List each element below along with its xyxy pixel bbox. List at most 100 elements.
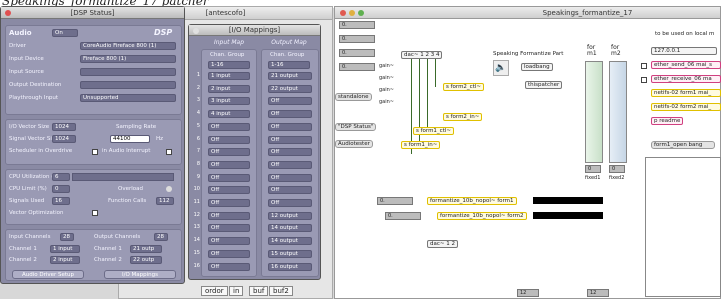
vector-opt-checkbox[interactable]: [92, 210, 98, 216]
sampling-rate-select[interactable]: 44100: [110, 135, 150, 143]
input-map-select[interactable]: 4 input: [208, 110, 250, 119]
output-map-select[interactable]: 14 output: [268, 224, 312, 233]
formantize1-object[interactable]: formantize_10b_nopol~ form1: [427, 197, 517, 205]
input-map-select[interactable]: Off: [208, 249, 250, 258]
playthrough-select[interactable]: Unsupported: [80, 94, 176, 102]
input-map-select[interactable]: Off: [208, 237, 250, 246]
ether-send-toggle[interactable]: [641, 63, 647, 69]
tab-buf[interactable]: buf: [249, 286, 269, 296]
ether-receive-toggle[interactable]: [641, 77, 647, 83]
channel2-in-select[interactable]: 2 input: [50, 256, 80, 264]
audio-onoff-select[interactable]: On: [52, 29, 78, 37]
dsp-status-message[interactable]: "DSP Status": [335, 123, 377, 131]
input-map-select[interactable]: Off: [208, 199, 250, 207]
fader2-slider[interactable]: [609, 61, 627, 163]
input-map-select[interactable]: Off: [208, 211, 250, 220]
gain-object[interactable]: gain~: [379, 75, 394, 81]
input-map-select[interactable]: 1 input: [208, 72, 250, 80]
input-map-select[interactable]: Off: [208, 224, 250, 233]
speaker-icon[interactable]: 🔈: [493, 60, 509, 76]
zoom-dot-icon[interactable]: [358, 10, 364, 16]
channel1-in-select[interactable]: 1 input: [50, 245, 80, 253]
input-map-select[interactable]: 3 input: [208, 97, 250, 106]
input-map-select[interactable]: 2 input: [208, 84, 250, 93]
bottom-number-1[interactable]: 12: [517, 289, 539, 297]
output-map-select[interactable]: Off: [268, 110, 312, 119]
output-map-select[interactable]: Off: [268, 160, 312, 169]
output-map-select[interactable]: Off: [268, 122, 312, 131]
tab-in[interactable]: in: [229, 286, 244, 296]
tab-ordor[interactable]: ordor: [201, 286, 228, 296]
loadbang-object[interactable]: loadbang: [521, 63, 553, 71]
netifs-form1-object[interactable]: netifs-02 form1 mai_: [651, 89, 721, 97]
standalone-message[interactable]: standalone: [335, 93, 372, 101]
bottom-number-2[interactable]: 12: [587, 289, 609, 297]
dac-bottom-object[interactable]: dac~ 1 2: [427, 240, 458, 248]
send-form1-in[interactable]: s form1_in~: [401, 141, 441, 149]
output-map-select[interactable]: Off: [268, 199, 312, 207]
output-map-select[interactable]: Off: [268, 173, 312, 182]
readme-object[interactable]: p readme: [651, 117, 684, 125]
output-map-select[interactable]: Off: [268, 97, 312, 106]
gain-object[interactable]: gain~: [379, 63, 394, 69]
minimize-dot-icon[interactable]: [349, 10, 355, 16]
output-destination-select[interactable]: [80, 81, 176, 89]
overdrive-checkbox[interactable]: [92, 149, 98, 155]
gain-object[interactable]: gain~: [379, 87, 394, 93]
number-box[interactable]: 0.: [339, 21, 375, 29]
output-map-select[interactable]: 16 output: [268, 262, 312, 271]
fader1-number[interactable]: 0: [585, 165, 601, 173]
number-box[interactable]: 0.: [339, 63, 375, 71]
close-dot-icon[interactable]: [5, 10, 11, 16]
cpu-limit-input[interactable]: 0: [52, 185, 70, 193]
input-map-select[interactable]: Off: [208, 262, 250, 271]
output-map-select[interactable]: Off: [268, 135, 312, 144]
output-map-select[interactable]: 22 output: [268, 84, 312, 93]
send-form1-ctl[interactable]: s form1_ctl~: [413, 127, 455, 135]
output-map-select[interactable]: 15 output: [268, 249, 312, 258]
gain-object[interactable]: gain~: [379, 99, 394, 105]
output-map-select[interactable]: Off: [268, 148, 312, 157]
ether-send-object[interactable]: ether_send_06 mai_s: [651, 61, 721, 69]
channel1-out-select[interactable]: 21 outp: [130, 245, 162, 253]
output-map-select[interactable]: 12 output: [268, 211, 312, 220]
ip-address-field[interactable]: 127.0.0.1: [651, 47, 717, 55]
close-dot-icon[interactable]: [193, 28, 199, 34]
interrupt-checkbox[interactable]: [166, 149, 172, 155]
output-map-select[interactable]: Off: [268, 186, 312, 195]
input-channels-value[interactable]: 28: [60, 233, 74, 241]
input-source-select[interactable]: [80, 68, 176, 76]
open-bang-message[interactable]: form1_open bang: [651, 141, 715, 149]
io-vector-select[interactable]: 1024: [52, 123, 76, 131]
formantize2-object[interactable]: formantize_10b_nopol~ form2: [437, 212, 527, 220]
input-map-select[interactable]: Off: [208, 173, 250, 182]
fader1-slider[interactable]: [585, 61, 603, 163]
audiotester-message[interactable]: Audiotester: [335, 140, 373, 148]
input-map-select[interactable]: Off: [208, 148, 250, 157]
send-form2-ctl[interactable]: s form2_ctl~: [443, 83, 485, 91]
ether-receive-object[interactable]: ether_receive_06 ma: [651, 75, 721, 83]
number-box[interactable]: 0.: [339, 49, 375, 57]
input-map-select[interactable]: Off: [208, 186, 250, 195]
output-group-select[interactable]: 1-16: [268, 61, 310, 69]
netifs-form2-object[interactable]: netifs-02 form2 mai_: [651, 103, 721, 111]
close-dot-icon[interactable]: [340, 10, 346, 16]
io-mappings-button[interactable]: I/O Mappings: [104, 270, 176, 279]
output-map-select[interactable]: 14 output: [268, 237, 312, 246]
input-group-select[interactable]: 1-16: [208, 61, 250, 69]
dac-object[interactable]: dac~ 1 2 3 4: [401, 51, 443, 59]
input-device-select[interactable]: Fireface 800 (1): [80, 55, 176, 63]
input-map-select[interactable]: Off: [208, 122, 250, 131]
audio-driver-setup-button[interactable]: Audio Driver Setup: [12, 270, 84, 279]
channel2-out-select[interactable]: 22 outp: [130, 256, 162, 264]
fader2-number[interactable]: 0: [609, 165, 625, 173]
signal-vector-select[interactable]: 1024: [52, 135, 76, 143]
driver-select[interactable]: CoreAudio Fireface 800 (1): [80, 42, 176, 50]
number-box[interactable]: 0.: [339, 35, 375, 43]
thispatcher-object[interactable]: thispatcher: [525, 81, 563, 89]
input-map-select[interactable]: Off: [208, 160, 250, 169]
number-box[interactable]: 0.: [385, 212, 421, 220]
output-map-select[interactable]: 21 output: [268, 72, 312, 80]
tab-buf2[interactable]: buf2: [269, 286, 293, 296]
output-channels-value[interactable]: 28: [154, 233, 168, 241]
